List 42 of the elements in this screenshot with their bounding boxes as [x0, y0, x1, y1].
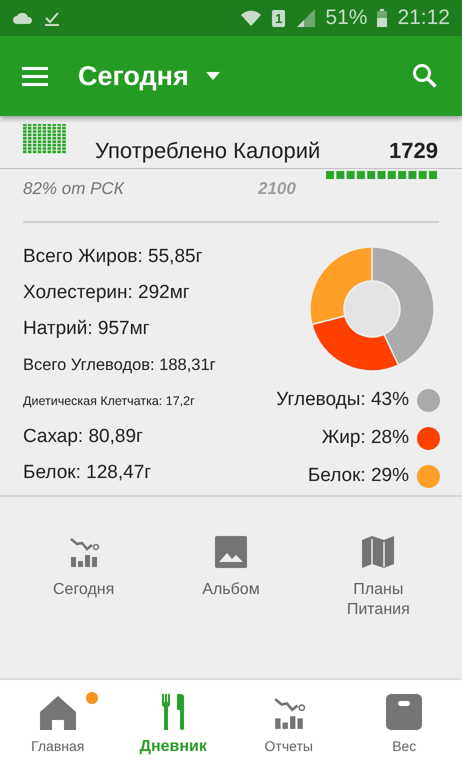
nutrient-text: Сахар: 80,89г [23, 425, 144, 449]
scale-icon [386, 694, 422, 730]
shortcut-button[interactable]: Сегодня [18, 535, 149, 621]
signal-icon [295, 9, 316, 27]
legend-label: Белок: 29% [308, 465, 409, 487]
shortcut-button[interactable]: Планы Питания [313, 535, 444, 621]
nutrient-text: Диетическая Клетчатка: 17,2г [23, 393, 196, 410]
download-done-icon [44, 10, 60, 26]
nav-tab[interactable]: Главная [0, 680, 116, 770]
percent-of-goal: 82% от РСК [23, 179, 126, 199]
consumed-label: Употреблено Калорий [95, 138, 322, 164]
home-icon [40, 696, 76, 730]
caret-icon [204, 71, 221, 81]
consumed-value: 1729 [389, 138, 438, 164]
nutrient-text: Холестерин: 292мг [23, 281, 191, 305]
nutrient-text: Натрий: 957мг [23, 317, 151, 341]
sim-indicator: 1 [272, 10, 286, 26]
chart-icon [68, 536, 100, 568]
legend-label: Углеводы: 43% [276, 389, 409, 411]
calorie-grid-icon [23, 124, 67, 154]
image-icon [214, 536, 247, 568]
map-icon [362, 536, 394, 568]
fork-knife-icon [161, 694, 186, 730]
nav-tab[interactable]: Отчеты [231, 680, 346, 770]
nutrient-text: Всего Жиров: 55,85г [23, 245, 204, 269]
date-dropdown[interactable]: Сегодня [78, 60, 221, 92]
donut-center [345, 282, 399, 336]
cloud-icon [12, 11, 34, 25]
battery-icon [377, 9, 388, 27]
nutrient-text: Белок: 128,47г [23, 461, 152, 485]
search-icon [412, 63, 438, 89]
goal-value: 2100 [258, 179, 296, 199]
menu-icon [22, 66, 48, 86]
clock: 21:12 [397, 6, 450, 30]
legend-label: Жир: 28% [322, 427, 409, 449]
nav-tab[interactable]: Вес [346, 680, 462, 770]
wifi-icon [240, 8, 262, 28]
shortcut-button[interactable]: Альбом [166, 535, 296, 621]
chart-icon [272, 696, 306, 730]
nutrient-text: Всего Углеводов: 188,31г [23, 354, 217, 376]
nav-tab[interactable]: Дневник [116, 680, 231, 770]
battery-percent: 51% [325, 6, 368, 30]
